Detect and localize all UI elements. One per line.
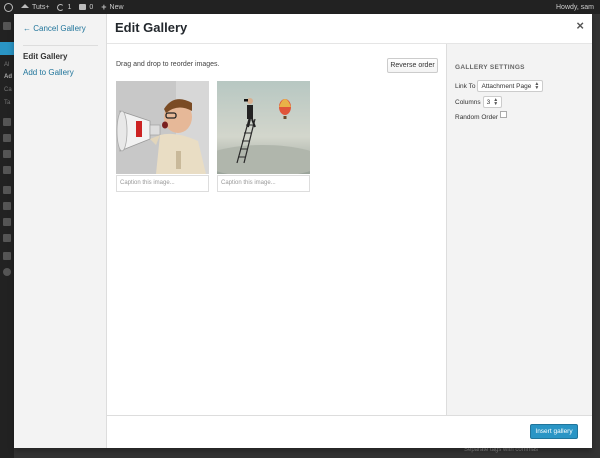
- sidebar-item-add-to-gallery[interactable]: Add to Gallery: [23, 68, 74, 77]
- sidebar-divider: [23, 45, 98, 46]
- wordpress-logo-icon[interactable]: [4, 2, 13, 12]
- comments-count: 0: [89, 3, 94, 11]
- link-to-select[interactable]: Attachment Page ▲ ▼: [477, 80, 544, 92]
- comments-link[interactable]: 0: [79, 4, 93, 11]
- link-to-row: Link To Attachment Page ▲ ▼: [455, 80, 544, 92]
- columns-label: Columns: [455, 98, 481, 106]
- refresh-icon: [57, 3, 65, 11]
- pages-icon[interactable]: [3, 134, 11, 142]
- link-to-value: Attachment Page: [481, 82, 532, 90]
- cancel-gallery-link[interactable]: ← Cancel Gallery: [23, 24, 86, 33]
- admin-menu: Al Ad Ca Ta: [0, 14, 14, 458]
- random-order-label: Random Order: [455, 114, 498, 121]
- random-order-row: Random Order: [455, 111, 507, 121]
- menu-fragment: Ta: [4, 100, 11, 106]
- columns-row: Columns 3 ▲ ▼: [455, 96, 503, 108]
- caption-input[interactable]: Caption this image...: [217, 175, 310, 192]
- gallery-item[interactable]: Caption this image...: [116, 81, 209, 192]
- site-name-link[interactable]: Tuts+: [21, 4, 49, 11]
- comments-menu-icon[interactable]: [3, 150, 11, 158]
- plus-icon: +: [101, 1, 107, 12]
- appearance-icon[interactable]: [3, 166, 11, 174]
- dashboard-icon[interactable]: [3, 22, 11, 30]
- menu-fragment: Ad: [4, 74, 12, 80]
- close-icon[interactable]: ×: [576, 18, 584, 33]
- gallery-image-megaphone-boy[interactable]: [116, 81, 209, 174]
- gallery-image-ladder-balloon[interactable]: [217, 81, 310, 174]
- caption-input[interactable]: Caption this image...: [116, 175, 209, 192]
- collapse-menu-icon[interactable]: [3, 252, 11, 260]
- gallery-settings-panel: GALLERY SETTINGS Link To Attachment Page…: [446, 44, 592, 415]
- tools-icon[interactable]: [3, 218, 11, 226]
- edit-gallery-modal: × ← Cancel Gallery Edit Gallery Add to G…: [14, 14, 592, 448]
- new-content-link[interactable]: + New: [101, 1, 124, 12]
- posts-icon[interactable]: [0, 42, 14, 55]
- select-arrows-icon: ▲ ▼: [534, 81, 540, 91]
- plugins-icon[interactable]: [3, 186, 11, 194]
- settings-heading: GALLERY SETTINGS: [455, 64, 525, 71]
- updates-link[interactable]: 1: [57, 3, 72, 11]
- modal-footer: Insert gallery: [107, 415, 592, 448]
- insert-gallery-button[interactable]: Insert gallery: [530, 424, 578, 439]
- columns-value: 3: [486, 98, 491, 106]
- gallery-content: Drag and drop to reorder images. Reverse…: [107, 44, 446, 415]
- random-order-checkbox[interactable]: [500, 111, 507, 118]
- home-icon: [21, 4, 29, 8]
- columns-select[interactable]: 3 ▲ ▼: [482, 96, 503, 108]
- gallery-item[interactable]: Caption this image...: [217, 81, 310, 192]
- sidebar-item-edit-gallery[interactable]: Edit Gallery: [23, 52, 67, 61]
- select-arrows-icon: ▲ ▼: [493, 97, 499, 107]
- menu-fragment: Al: [4, 62, 10, 68]
- page-title: Edit Gallery: [115, 20, 188, 35]
- menu-fragment: Ca: [4, 87, 12, 93]
- reorder-hint: Drag and drop to reorder images.: [116, 61, 220, 68]
- admin-bar: Tuts+ 1 0 + New Howdy, sam: [0, 0, 600, 14]
- modal-sidebar: ← Cancel Gallery Edit Gallery Add to Gal…: [14, 14, 107, 448]
- users-icon[interactable]: [3, 202, 11, 210]
- link-to-label: Link To: [455, 82, 476, 90]
- new-label: New: [109, 3, 124, 11]
- updates-count: 1: [67, 3, 72, 11]
- reverse-order-button[interactable]: Reverse order: [387, 58, 438, 73]
- settings-icon[interactable]: [3, 234, 11, 242]
- site-name: Tuts+: [32, 3, 50, 11]
- media-icon[interactable]: [3, 118, 11, 126]
- howdy-user[interactable]: Howdy, sam: [556, 4, 594, 11]
- gear-icon[interactable]: [3, 268, 11, 276]
- comment-icon: [79, 4, 87, 10]
